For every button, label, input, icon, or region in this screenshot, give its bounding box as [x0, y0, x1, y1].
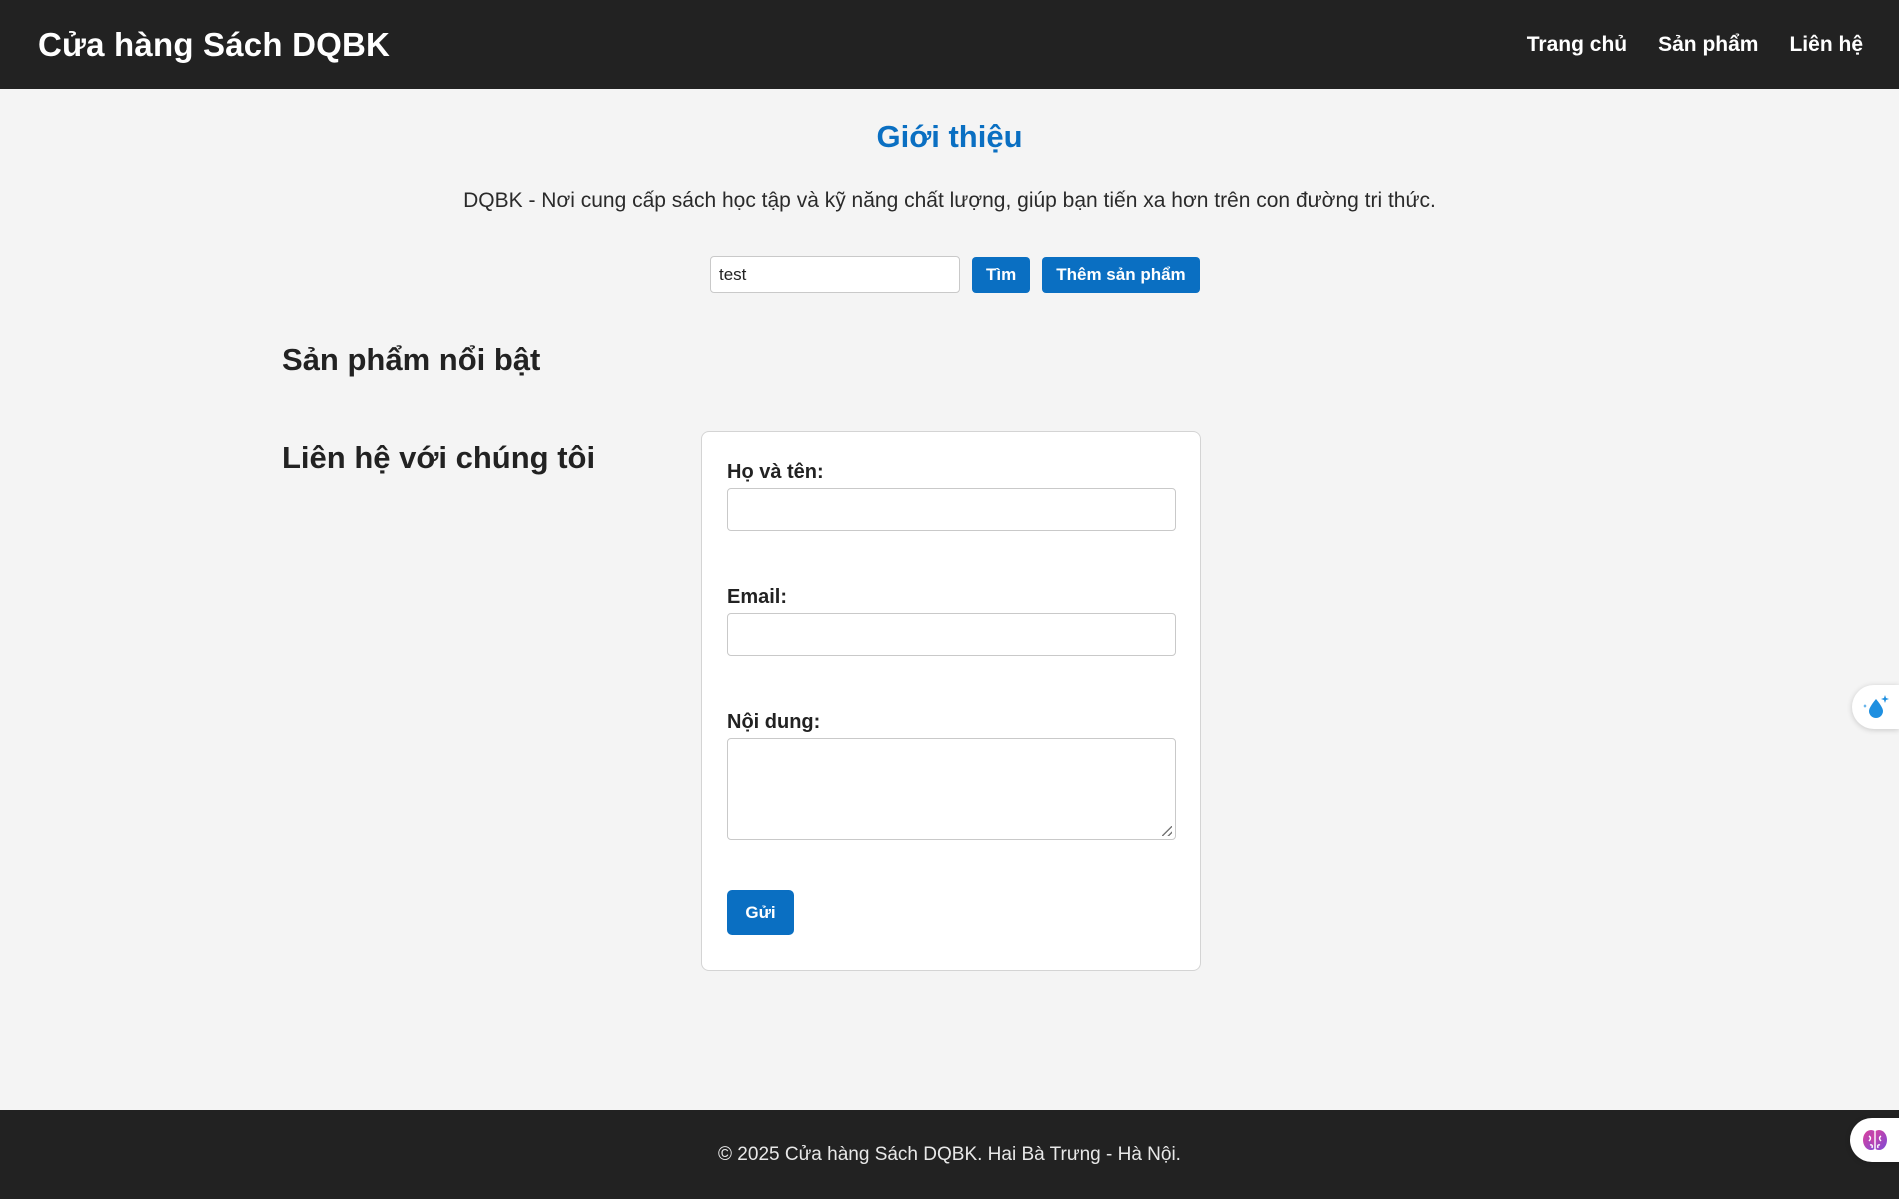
- featured-products-heading: Sản phẩm nổi bật: [282, 342, 541, 377]
- contact-heading: Liên hệ với chúng tôi: [282, 440, 596, 475]
- intro-text: DQBK - Nơi cung cấp sách học tập và kỹ n…: [463, 189, 1436, 212]
- floating-widget-drop[interactable]: [1852, 685, 1899, 729]
- name-label: Họ và tên:: [727, 461, 824, 483]
- intro-title: Giới thiệu: [876, 119, 1023, 154]
- site-footer: © 2025 Cửa hàng Sách DQBK. Hai Bà Trưng …: [0, 1110, 1899, 1199]
- message-label: Nội dung:: [727, 711, 821, 733]
- search-button[interactable]: Tìm: [972, 256, 1031, 293]
- contact-form: Họ và tên: Email: Nội dung: Gửi: [701, 431, 1201, 971]
- submit-button[interactable]: Gửi: [727, 890, 794, 935]
- message-textarea[interactable]: [727, 738, 1176, 840]
- site-title: Cửa hàng Sách DQBK: [38, 25, 391, 63]
- nav-link-contact[interactable]: Liên hệ: [1789, 33, 1863, 57]
- email-label: Email:: [727, 586, 788, 608]
- resize-handle-icon[interactable]: [1162, 826, 1172, 836]
- search-bar: Tìm Thêm sản phẩm: [710, 256, 1200, 293]
- water-drop-sparkle-icon: [1862, 695, 1889, 718]
- search-input[interactable]: [710, 256, 960, 293]
- site-header: Cửa hàng Sách DQBK Trang chủ Sản phẩm Li…: [0, 0, 1899, 89]
- add-product-button[interactable]: Thêm sản phẩm: [1042, 256, 1200, 293]
- main-nav: Trang chủ Sản phẩm Liên hệ: [1527, 33, 1863, 57]
- floating-widget-brain[interactable]: [1850, 1118, 1899, 1162]
- brain-icon: [1862, 1130, 1887, 1150]
- nav-link-products[interactable]: Sản phẩm: [1658, 33, 1758, 57]
- nav-link-home[interactable]: Trang chủ: [1527, 33, 1627, 57]
- footer-text: © 2025 Cửa hàng Sách DQBK. Hai Bà Trưng …: [718, 1143, 1181, 1165]
- name-field[interactable]: [727, 488, 1176, 531]
- email-field[interactable]: [727, 613, 1176, 656]
